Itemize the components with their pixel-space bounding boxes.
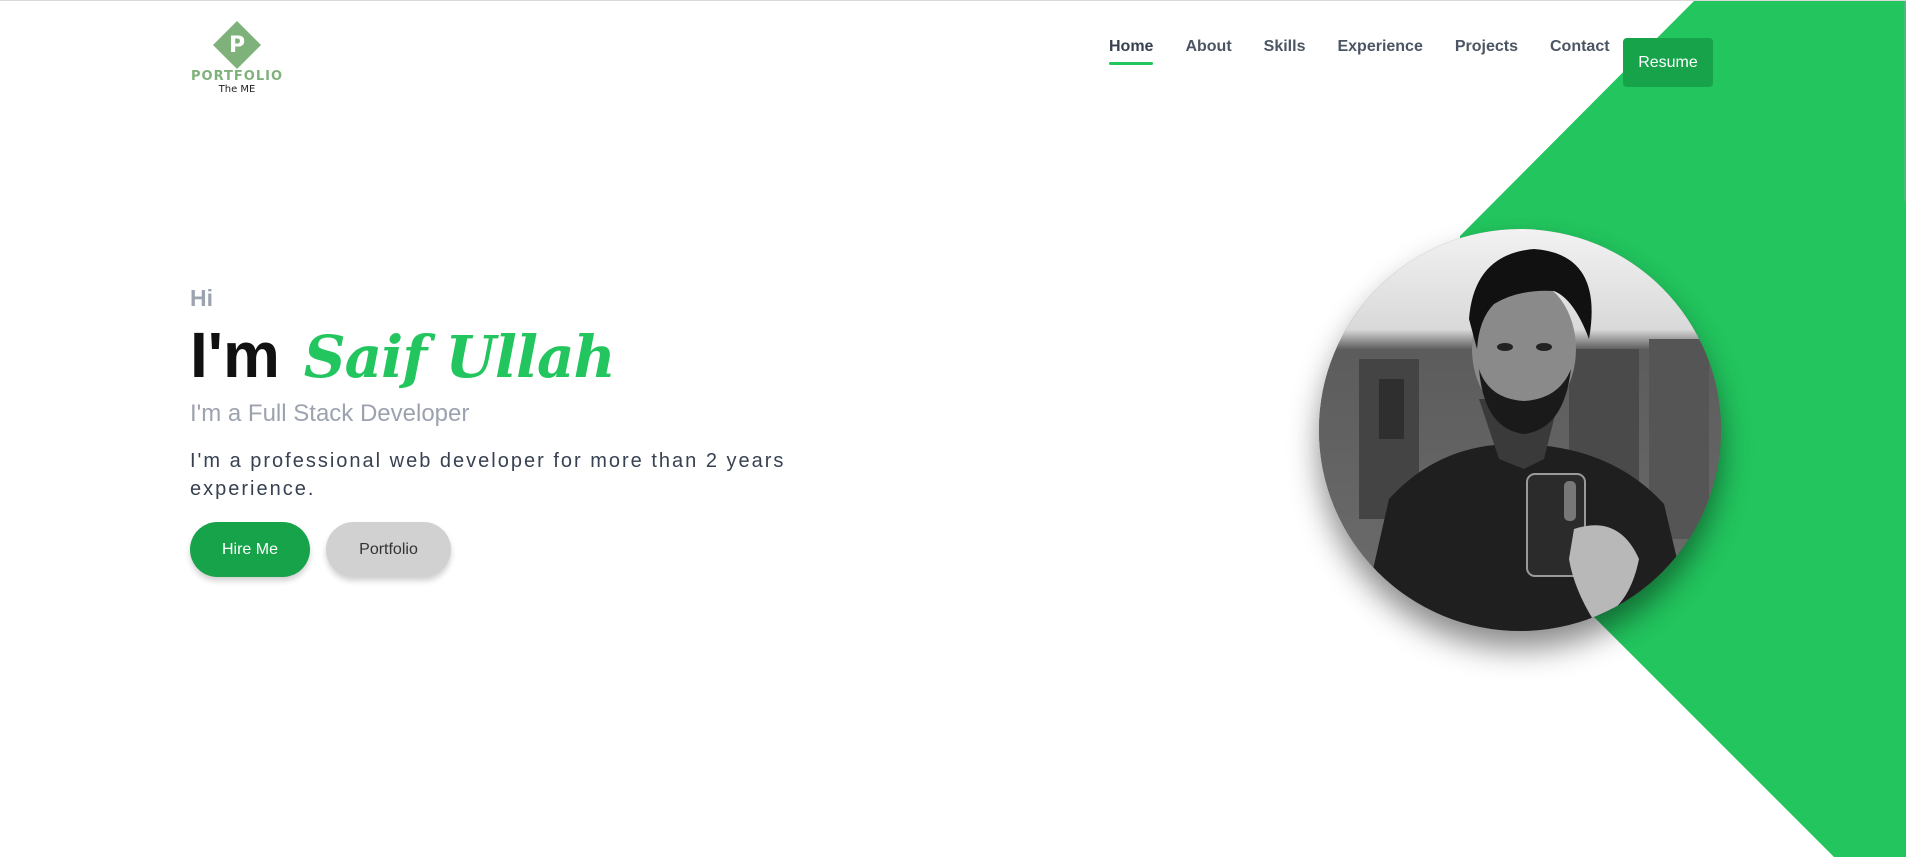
hero-role: I'm a Full Stack Developer: [190, 400, 470, 427]
intro-prefix: I'm: [190, 319, 280, 391]
hero-actions: Hire Me Portfolio: [190, 522, 890, 577]
hero-headline: I'm Saif Ullah: [190, 317, 890, 395]
nav-about[interactable]: About: [1185, 37, 1231, 59]
portfolio-logo-icon: P: [213, 21, 261, 69]
hero-section: Hi I'm Saif Ullah I'm a Full Stack Devel…: [190, 283, 890, 577]
nav-experience[interactable]: Experience: [1337, 37, 1422, 59]
hire-me-button[interactable]: Hire Me: [190, 522, 310, 577]
nav-contact[interactable]: Contact: [1550, 37, 1610, 59]
nav-skills[interactable]: Skills: [1264, 37, 1306, 59]
logo-wordmark: PORTFOLIO: [191, 69, 283, 84]
greeting: Hi: [190, 285, 213, 311]
logo-letter: P: [229, 33, 245, 58]
profile-photo: [1319, 229, 1721, 631]
portfolio-page: P PORTFOLIO The ME Home About Skills Exp…: [0, 0, 1906, 857]
main-navigation: Home About Skills Experience Projects Co…: [1109, 37, 1642, 65]
logo-tagline: The ME: [218, 84, 256, 95]
nav-projects[interactable]: Projects: [1455, 37, 1518, 59]
hero-name: Saif Ullah: [303, 323, 616, 391]
site-logo[interactable]: P PORTFOLIO The ME: [191, 21, 283, 103]
resume-button[interactable]: Resume: [1623, 38, 1713, 87]
nav-home[interactable]: Home: [1109, 37, 1154, 65]
hero-description: I'm a professional web developer for mor…: [190, 450, 786, 500]
portfolio-button[interactable]: Portfolio: [326, 522, 451, 577]
